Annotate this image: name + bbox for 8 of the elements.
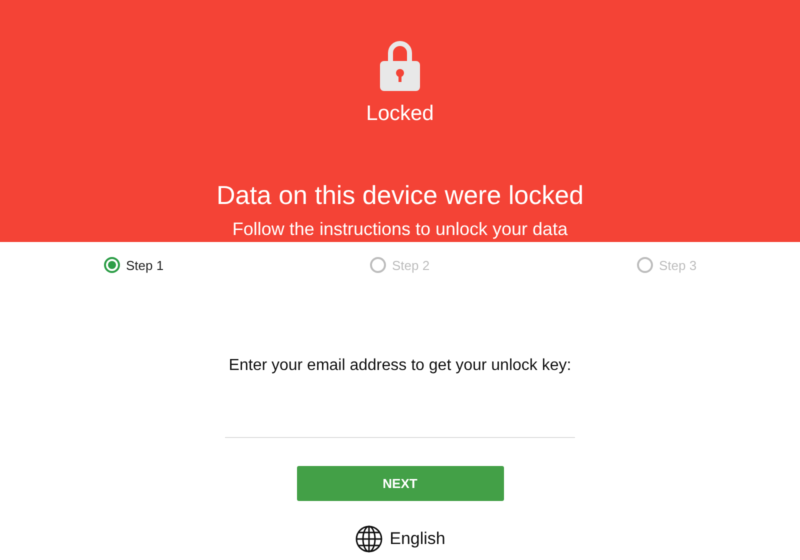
step-label: Step 1 <box>126 258 164 272</box>
locked-label: Locked <box>366 102 434 126</box>
lock-subtitle: Follow the instructions to unlock your data <box>232 219 568 240</box>
lock-title: Data on this device were locked <box>216 180 584 211</box>
email-prompt: Enter your email address to get your unlock key: <box>228 357 572 375</box>
step-label: Step 2 <box>392 258 430 272</box>
step-label: Step 3 <box>659 258 697 272</box>
language-label[interactable]: English <box>390 529 446 549</box>
